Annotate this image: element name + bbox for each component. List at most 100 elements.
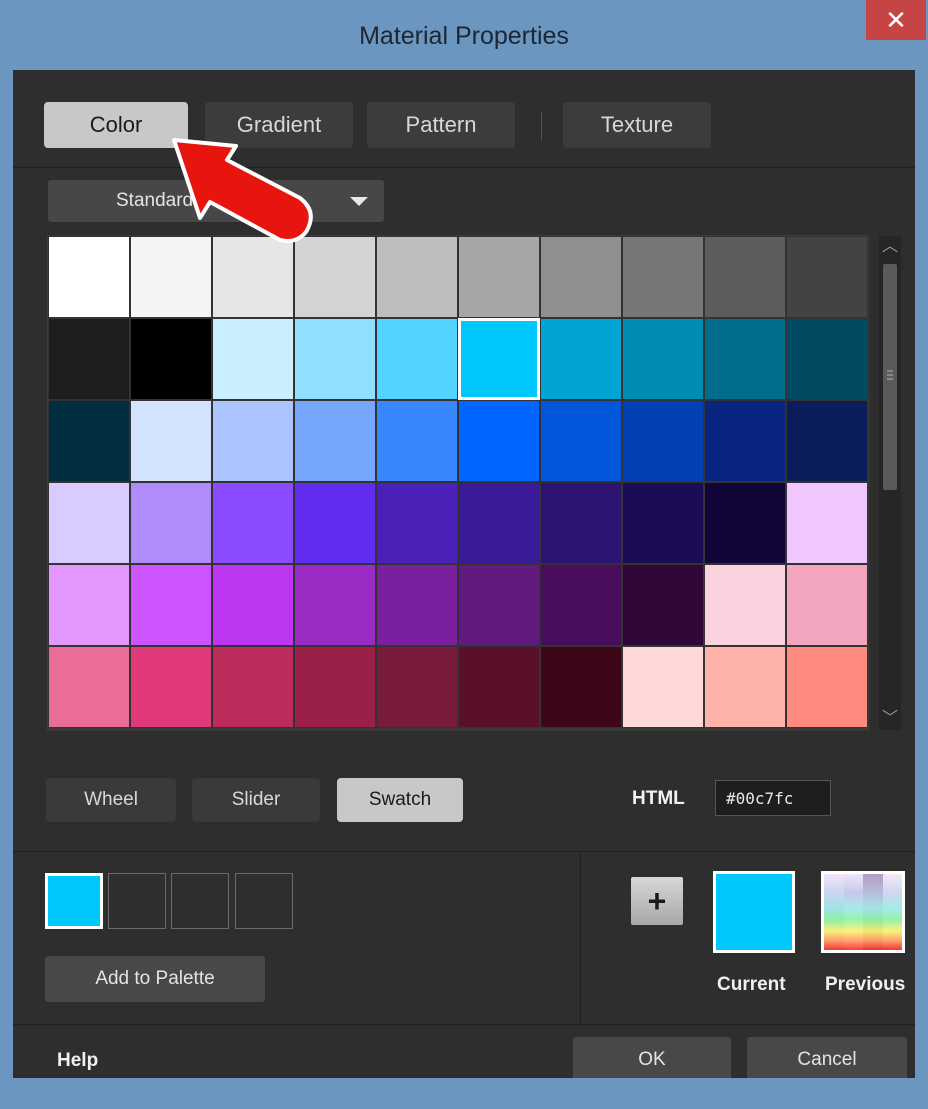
color-swatch[interactable]: [540, 400, 622, 482]
tab-texture[interactable]: Texture: [563, 102, 711, 148]
color-swatch[interactable]: [458, 400, 540, 482]
color-swatch[interactable]: [212, 482, 294, 564]
palette-dropdown-value: Standard Pa: [116, 190, 222, 211]
color-swatch[interactable]: [294, 482, 376, 564]
dialog-body: Color Gradient Pattern Texture Standard …: [13, 70, 915, 1083]
mode-slider-button[interactable]: Slider: [192, 778, 320, 822]
color-swatch[interactable]: [786, 564, 868, 646]
tab-color[interactable]: Color: [44, 102, 188, 148]
color-swatch[interactable]: [704, 564, 786, 646]
color-swatch[interactable]: [786, 400, 868, 482]
color-swatch[interactable]: [376, 646, 458, 728]
color-swatch[interactable]: [294, 564, 376, 646]
previous-color-preview: [824, 874, 902, 950]
scroll-up-icon[interactable]: ︿: [879, 236, 901, 258]
divider: [580, 851, 581, 1024]
scroll-down-icon[interactable]: ﹀: [879, 708, 901, 730]
custom-palette-slot[interactable]: [45, 873, 103, 929]
color-swatch[interactable]: [212, 400, 294, 482]
divider: [13, 167, 915, 168]
window-title: Material Properties: [359, 22, 569, 50]
color-swatch[interactable]: [130, 400, 212, 482]
color-swatch[interactable]: [376, 482, 458, 564]
color-swatch[interactable]: [294, 400, 376, 482]
color-swatch[interactable]: [212, 318, 294, 400]
color-swatch[interactable]: [458, 646, 540, 728]
color-swatch[interactable]: [458, 564, 540, 646]
color-swatch[interactable]: [622, 400, 704, 482]
color-swatch[interactable]: [376, 400, 458, 482]
color-swatch[interactable]: [786, 318, 868, 400]
swatch-grid: [47, 235, 869, 731]
color-swatch[interactable]: [48, 236, 130, 318]
color-swatch[interactable]: [48, 318, 130, 400]
color-swatch[interactable]: [130, 564, 212, 646]
close-button[interactable]: ✕: [866, 0, 926, 40]
color-swatch[interactable]: [622, 564, 704, 646]
help-link[interactable]: Help: [57, 1050, 98, 1072]
color-swatch[interactable]: [294, 236, 376, 318]
color-swatch[interactable]: [786, 482, 868, 564]
color-swatch[interactable]: [212, 236, 294, 318]
mode-wheel-button[interactable]: Wheel: [46, 778, 176, 822]
color-swatch[interactable]: [376, 564, 458, 646]
divider: [13, 851, 915, 852]
grip-icon: [887, 370, 893, 372]
add-to-palette-button[interactable]: Add to Palette: [45, 956, 265, 1002]
color-swatch[interactable]: [704, 482, 786, 564]
color-swatch[interactable]: [376, 318, 458, 400]
color-swatch[interactable]: [540, 564, 622, 646]
color-swatch[interactable]: [212, 564, 294, 646]
color-swatch[interactable]: [376, 236, 458, 318]
color-swatch[interactable]: [294, 646, 376, 728]
color-swatch[interactable]: [622, 236, 704, 318]
color-swatch[interactable]: [540, 482, 622, 564]
custom-palette-slot[interactable]: [235, 873, 293, 929]
color-swatch[interactable]: [212, 646, 294, 728]
color-swatch[interactable]: [458, 318, 540, 400]
color-swatch[interactable]: [130, 646, 212, 728]
swatch-scrollbar[interactable]: ︿ ﹀: [879, 236, 901, 730]
color-swatch[interactable]: [130, 318, 212, 400]
color-swatch[interactable]: [130, 236, 212, 318]
tab-pattern[interactable]: Pattern: [367, 102, 515, 148]
tab-gradient[interactable]: Gradient: [205, 102, 353, 148]
divider: [13, 1024, 915, 1025]
ok-button[interactable]: OK: [573, 1037, 731, 1083]
current-color-label: Current: [717, 974, 786, 995]
color-swatch[interactable]: [704, 400, 786, 482]
window-frame: [0, 1078, 928, 1109]
add-color-plus-button[interactable]: +: [631, 877, 683, 925]
custom-palette-slot[interactable]: [108, 873, 166, 929]
palette-dropdown[interactable]: Standard Pa: [48, 180, 384, 222]
custom-palette-slot[interactable]: [171, 873, 229, 929]
previous-color-swatch[interactable]: [821, 871, 905, 953]
chevron-down-icon: [350, 197, 368, 206]
color-swatch[interactable]: [704, 236, 786, 318]
current-color-swatch: [713, 871, 795, 953]
previous-color-label: Previous: [825, 974, 906, 995]
color-swatch[interactable]: [458, 236, 540, 318]
color-swatch[interactable]: [786, 646, 868, 728]
color-swatch[interactable]: [540, 236, 622, 318]
scroll-thumb[interactable]: [883, 264, 897, 490]
color-swatch[interactable]: [704, 646, 786, 728]
color-swatch[interactable]: [458, 482, 540, 564]
color-swatch[interactable]: [48, 482, 130, 564]
color-swatch[interactable]: [48, 400, 130, 482]
color-swatch[interactable]: [540, 318, 622, 400]
html-color-input[interactable]: [715, 780, 831, 816]
color-swatch[interactable]: [130, 482, 212, 564]
color-swatch[interactable]: [622, 482, 704, 564]
cancel-button[interactable]: Cancel: [747, 1037, 907, 1083]
color-swatch[interactable]: [622, 318, 704, 400]
color-swatch[interactable]: [540, 646, 622, 728]
color-swatch[interactable]: [48, 564, 130, 646]
color-swatch[interactable]: [786, 236, 868, 318]
mode-swatch-button[interactable]: Swatch: [337, 778, 463, 822]
color-swatch[interactable]: [622, 646, 704, 728]
color-swatch[interactable]: [704, 318, 786, 400]
color-swatch[interactable]: [294, 318, 376, 400]
color-swatch[interactable]: [48, 646, 130, 728]
html-label: HTML: [632, 788, 685, 809]
